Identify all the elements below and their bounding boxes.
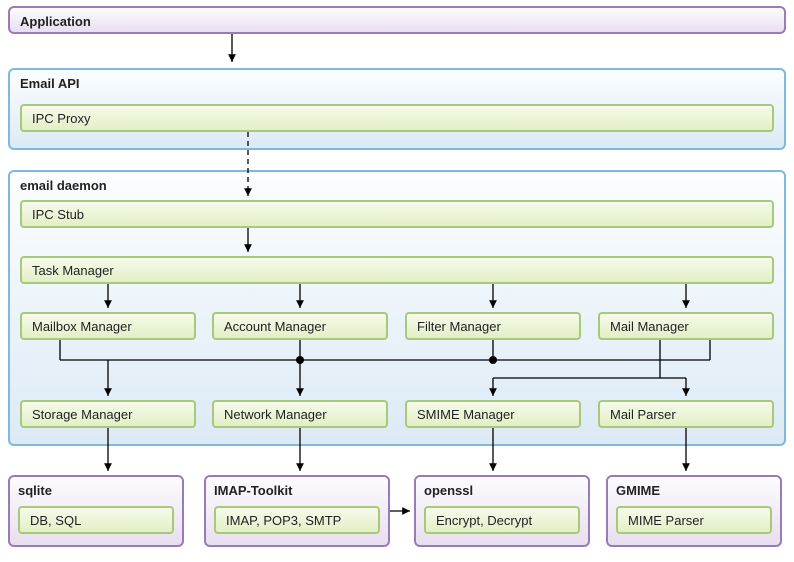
sqlite-title: sqlite (18, 483, 52, 498)
network-manager-box: Network Manager (212, 400, 388, 428)
email-daemon-title: email daemon (20, 178, 774, 193)
mailbox-manager-label: Mailbox Manager (32, 319, 132, 334)
sqlite-inner-label: DB, SQL (30, 513, 81, 528)
application-box: Application (8, 6, 786, 34)
mail-manager-box: Mail Manager (598, 312, 774, 340)
imap-toolkit-title: IMAP-Toolkit (214, 483, 292, 498)
ipc-stub-label: IPC Stub (32, 207, 84, 222)
smime-manager-box: SMIME Manager (405, 400, 581, 428)
task-manager-box: Task Manager (20, 256, 774, 284)
task-manager-label: Task Manager (32, 263, 114, 278)
account-manager-label: Account Manager (224, 319, 326, 334)
filter-manager-label: Filter Manager (417, 319, 501, 334)
account-manager-box: Account Manager (212, 312, 388, 340)
gmime-inner-label: MIME Parser (628, 513, 704, 528)
storage-manager-box: Storage Manager (20, 400, 196, 428)
gmime-title: GMIME (616, 483, 660, 498)
filter-manager-box: Filter Manager (405, 312, 581, 340)
network-manager-label: Network Manager (224, 407, 327, 422)
imap-toolkit-inner-box: IMAP, POP3, SMTP (214, 506, 380, 534)
openssl-inner-label: Encrypt, Decrypt (436, 513, 532, 528)
mail-manager-label: Mail Manager (610, 319, 689, 334)
application-label: Application (20, 14, 91, 29)
sqlite-inner-box: DB, SQL (18, 506, 174, 534)
gmime-inner-box: MIME Parser (616, 506, 772, 534)
imap-toolkit-inner-label: IMAP, POP3, SMTP (226, 513, 341, 528)
ipc-stub-box: IPC Stub (20, 200, 774, 228)
ipc-proxy-box: IPC Proxy (20, 104, 774, 132)
openssl-title: openssl (424, 483, 473, 498)
openssl-inner-box: Encrypt, Decrypt (424, 506, 580, 534)
mail-parser-label: Mail Parser (610, 407, 676, 422)
ipc-proxy-label: IPC Proxy (32, 111, 91, 126)
mailbox-manager-box: Mailbox Manager (20, 312, 196, 340)
smime-manager-label: SMIME Manager (417, 407, 515, 422)
storage-manager-label: Storage Manager (32, 407, 132, 422)
email-api-title: Email API (20, 76, 774, 91)
mail-parser-box: Mail Parser (598, 400, 774, 428)
